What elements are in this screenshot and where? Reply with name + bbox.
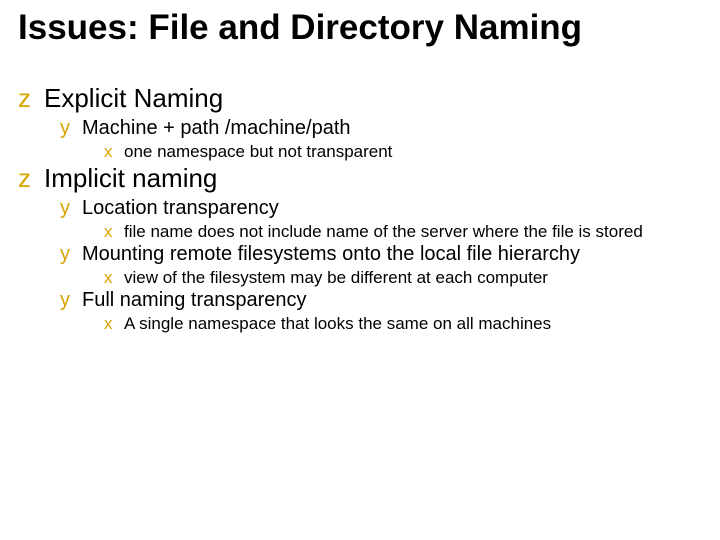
outline-item: zExplicit Naming — [18, 83, 702, 114]
bullet-marker: x — [104, 313, 124, 334]
bullet-marker: y — [60, 242, 82, 267]
outline-item: xview of the filesystem may be different… — [104, 267, 702, 288]
outline-item-text: Explicit Naming — [44, 83, 702, 114]
outline-item: xA single namespace that looks the same … — [104, 313, 702, 334]
outline-item-text: Full naming transparency — [82, 288, 702, 313]
bullet-marker: x — [104, 141, 124, 162]
bullet-marker: x — [104, 267, 124, 288]
outline-item: xone namespace but not transparent — [104, 141, 702, 162]
outline-item: zImplicit naming — [18, 163, 702, 194]
bullet-marker: y — [60, 196, 82, 221]
bullet-marker: x — [104, 221, 124, 242]
outline-list: zExplicit NamingyMachine + path /machine… — [18, 83, 702, 334]
outline-item: yFull naming transparency — [60, 288, 702, 313]
outline-item-text: Implicit naming — [44, 163, 702, 194]
outline-item: yLocation transparency — [60, 196, 702, 221]
outline-item-text: Location transparency — [82, 196, 702, 221]
outline-item-text: Machine + path /machine/path — [82, 116, 702, 141]
outline-item-text: one namespace but not transparent — [124, 141, 702, 162]
outline-item-text: view of the filesystem may be different … — [124, 267, 702, 288]
page-title: Issues: File and Directory Naming — [18, 8, 702, 47]
bullet-marker: y — [60, 288, 82, 313]
outline-item: yMounting remote filesystems onto the lo… — [60, 242, 702, 267]
outline-item-text: Mounting remote filesystems onto the loc… — [82, 242, 702, 267]
outline-item-text: file name does not include name of the s… — [124, 221, 702, 242]
outline-item-text: A single namespace that looks the same o… — [124, 313, 702, 334]
bullet-marker: y — [60, 116, 82, 141]
bullet-marker: z — [18, 83, 44, 114]
bullet-marker: z — [18, 163, 44, 194]
outline-item: yMachine + path /machine/path — [60, 116, 702, 141]
outline-item: xfile name does not include name of the … — [104, 221, 702, 242]
